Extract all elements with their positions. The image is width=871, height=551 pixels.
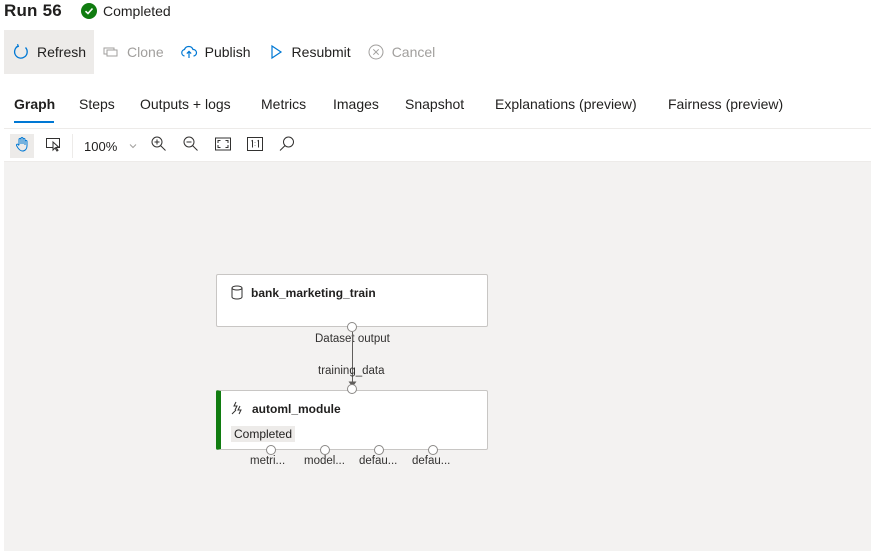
zoom-in-icon — [150, 135, 168, 158]
refresh-icon — [12, 43, 30, 61]
tab-snapshot[interactable]: Snapshot — [405, 96, 464, 112]
publish-button[interactable]: Publish — [172, 30, 259, 74]
edge-label: training_data — [318, 365, 385, 377]
publish-label: Publish — [204, 44, 251, 60]
resubmit-label: Resubmit — [291, 44, 351, 60]
fit-screen-icon — [214, 135, 232, 158]
tab-steps[interactable]: Steps — [79, 96, 115, 112]
zoom-in-button[interactable] — [147, 134, 171, 158]
actual-size-button[interactable] — [243, 134, 267, 158]
module-output-label-1: metri... — [250, 455, 286, 467]
refresh-label: Refresh — [37, 44, 87, 60]
cancel-label: Cancel — [391, 44, 436, 60]
module-icon — [230, 400, 246, 421]
module-output-label-2: model... — [304, 455, 345, 467]
tab-metrics[interactable]: Metrics — [261, 96, 306, 112]
database-icon — [231, 285, 243, 305]
module-output-port-3[interactable] — [374, 445, 384, 455]
active-tab-indicator — [14, 121, 54, 123]
tab-fairness[interactable]: Fairness (preview) — [668, 96, 783, 112]
fit-to-screen-button[interactable] — [211, 134, 235, 158]
run-status-text: Completed — [103, 3, 171, 19]
dataset-node-title: bank_marketing_train — [251, 286, 376, 300]
dataset-node[interactable]: bank_marketing_train — [216, 274, 488, 327]
zoom-out-icon — [182, 135, 200, 158]
pan-tool-button[interactable] — [10, 134, 34, 158]
module-output-port-1[interactable] — [266, 445, 276, 455]
play-icon — [267, 43, 285, 61]
hand-icon — [14, 136, 30, 157]
run-header: Run 56 Completed — [0, 0, 871, 24]
tab-outputs-logs[interactable]: Outputs + logs — [140, 96, 231, 112]
graph-canvas[interactable]: bank_marketing_train Dataset output trai… — [4, 162, 871, 551]
module-output-label-3: defau... — [359, 455, 398, 467]
graph-toolbar: 100% — [4, 128, 871, 162]
module-node-title: automl_module — [252, 402, 341, 416]
module-status-badge: Completed — [231, 426, 296, 442]
select-tool-button[interactable] — [41, 134, 65, 158]
tab-images[interactable]: Images — [333, 96, 379, 112]
module-input-port[interactable] — [347, 384, 357, 394]
select-pointer-icon — [45, 136, 61, 157]
clone-label: Clone — [127, 44, 164, 60]
tab-explanations[interactable]: Explanations (preview) — [495, 96, 637, 112]
cancel-icon — [367, 43, 385, 61]
actual-size-icon — [246, 135, 264, 158]
toolbar-divider — [72, 134, 73, 158]
zoom-dropdown[interactable]: 100% — [80, 135, 138, 157]
search-icon — [278, 135, 296, 158]
search-graph-button[interactable] — [275, 134, 299, 158]
cloud-upload-icon — [180, 43, 198, 61]
run-title: Run 56 — [4, 1, 62, 20]
chevron-down-icon — [128, 139, 138, 154]
command-bar: Refresh Clone Publish Resubmit Cancel — [4, 30, 443, 74]
check-circle-icon — [81, 3, 97, 19]
module-output-port-4[interactable] — [428, 445, 438, 455]
automl-module-node[interactable]: automl_module Completed — [216, 390, 488, 450]
dataset-output-port[interactable] — [347, 322, 357, 332]
refresh-button[interactable]: Refresh — [4, 30, 95, 74]
clone-button[interactable]: Clone — [94, 30, 172, 74]
tab-bar: Graph Steps Outputs + logs Metrics Image… — [0, 88, 871, 124]
run-status: Completed — [81, 3, 171, 19]
resubmit-button[interactable]: Resubmit — [259, 30, 359, 74]
zoom-out-button[interactable] — [179, 134, 203, 158]
zoom-value: 100% — [84, 138, 118, 154]
module-output-port-2[interactable] — [320, 445, 330, 455]
tab-graph[interactable]: Graph — [14, 96, 55, 112]
module-output-label-4: defau... — [412, 455, 451, 467]
clone-icon — [102, 43, 120, 61]
cancel-button[interactable]: Cancel — [359, 30, 444, 74]
